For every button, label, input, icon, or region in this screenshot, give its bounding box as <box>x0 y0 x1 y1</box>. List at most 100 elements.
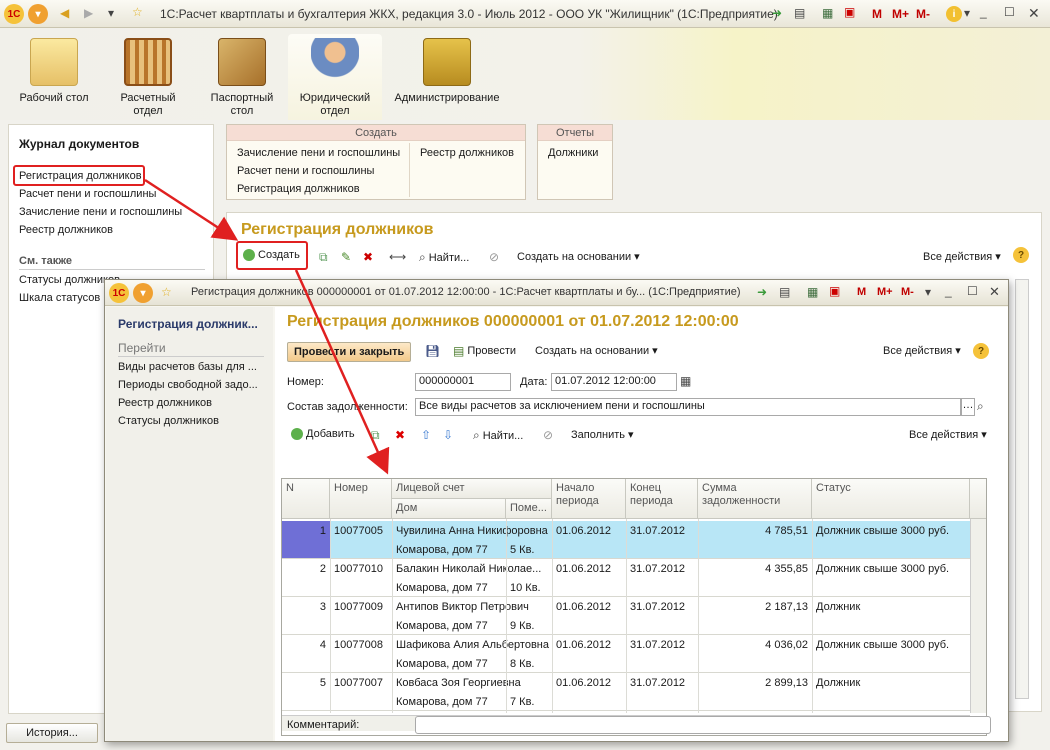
journal-find-button[interactable]: ⌕ Найти... <box>419 250 469 265</box>
cell-house: Комарова, дом 77 <box>396 544 488 556</box>
help-icon[interactable]: ? <box>1013 247 1029 263</box>
search-icon[interactable]: ⌕ <box>977 399 984 414</box>
maximize-icon[interactable]: ☐ <box>967 284 978 298</box>
maximize-icon[interactable]: ☐ <box>1004 5 1015 19</box>
delete-icon[interactable]: ✖ <box>395 428 405 442</box>
table-all-actions-button[interactable]: Все действия ▾ <box>909 428 987 442</box>
comment-field[interactable] <box>415 716 991 734</box>
link-penalty-calc[interactable]: Расчет пени и госпошлины <box>19 188 156 200</box>
section-passport[interactable]: Паспортный стол <box>200 34 284 118</box>
memory-mminus-button[interactable]: M- <box>916 7 930 21</box>
col-header-house[interactable]: Дом <box>392 499 506 519</box>
create-link-penalty-credit[interactable]: Зачисление пени и госпошлины <box>237 147 400 159</box>
create-link-penalty-calc[interactable]: Расчет пени и госпошлины <box>237 165 374 177</box>
favorites-star-icon[interactable]: ☆ <box>161 285 172 299</box>
post-and-close-button[interactable]: Провести и закрыть <box>287 342 412 362</box>
create-box-header: Создать <box>227 125 525 141</box>
section-admin[interactable]: Администрирование <box>392 34 502 105</box>
go-arrow-icon[interactable]: ➜ <box>772 6 782 20</box>
cancel-search-icon[interactable]: ⊘ <box>489 250 499 264</box>
cancel-search-icon[interactable]: ⊘ <box>543 428 553 442</box>
calculator-icon[interactable]: ▦ <box>807 285 818 299</box>
post-button[interactable]: ▤ Провести <box>453 344 516 358</box>
link-debtor-register[interactable]: Реестр должников <box>19 224 113 236</box>
print-icon[interactable]: ▤ <box>779 285 790 299</box>
forward-arrow-icon[interactable]: ▶ <box>84 6 93 20</box>
memory-mminus-button[interactable]: M- <box>901 286 914 298</box>
date-field[interactable]: 01.07.2012 12:00:00 <box>551 373 677 391</box>
link-penalty-credit[interactable]: Зачисление пени и госпошлины <box>19 206 182 218</box>
add-row-button[interactable]: Добавить <box>291 428 355 440</box>
calendar-icon[interactable]: ▣ <box>829 284 840 298</box>
cell-n: 2 <box>319 563 326 575</box>
move-up-icon[interactable]: ⇧ <box>421 428 431 442</box>
nav-link-debtor-register[interactable]: Реестр должников <box>118 397 212 409</box>
all-actions-button[interactable]: Все действия ▾ <box>883 344 961 358</box>
info-dropdown-icon[interactable]: ▾ <box>964 6 970 20</box>
print-icon[interactable]: ▤ <box>794 6 805 20</box>
section-legal[interactable]: Юридический отдел <box>288 34 382 120</box>
col-header-status[interactable]: Статус <box>812 479 970 519</box>
select-ellipsis-button[interactable]: … <box>961 398 975 416</box>
go-arrow-icon[interactable]: ➜ <box>757 285 767 299</box>
journal-create-based-button[interactable]: Создать на основании ▾ <box>517 250 640 264</box>
link-status-scale[interactable]: Шкала статусов <box>19 292 100 304</box>
memory-mplus-button[interactable]: M+ <box>877 286 893 298</box>
link-arrows-icon[interactable]: ⟷ <box>389 250 406 264</box>
save-icon[interactable]: 💾︎ <box>425 344 440 358</box>
help-icon[interactable]: ? <box>973 343 989 359</box>
number-field[interactable]: 000000001 <box>415 373 511 391</box>
nav-link-free-periods[interactable]: Периоды свободной задо... <box>118 379 258 391</box>
col-header-n[interactable]: N <box>282 479 330 519</box>
favorites-star-icon[interactable]: ☆ <box>132 5 143 19</box>
section-desktop[interactable]: Рабочий стол <box>12 34 96 105</box>
debt-composition-field[interactable]: Все виды расчетов за исключением пени и … <box>415 398 961 416</box>
memory-m-button[interactable]: M <box>872 7 882 21</box>
history-dropdown-icon[interactable]: ▾ <box>108 6 114 20</box>
memory-m-button[interactable]: M <box>857 286 866 298</box>
copy-icon[interactable]: ⧉ <box>371 428 380 443</box>
back-arrow-icon[interactable]: ◀ <box>60 6 69 20</box>
app-logo-icon[interactable]: 1С <box>4 4 24 24</box>
info-icon[interactable]: i <box>946 6 962 22</box>
copy-icon[interactable]: ⧉ <box>319 250 328 265</box>
col-header-sum[interactable]: Сумма задолженности <box>698 479 812 519</box>
report-link-debtors[interactable]: Должники <box>548 147 598 159</box>
col-header-apt[interactable]: Поме... <box>506 499 552 519</box>
nav-link-debtor-statuses[interactable]: Статусы должников <box>118 415 219 427</box>
section-accounting[interactable]: Расчетный отдел <box>106 34 190 118</box>
section-label: Расчетный отдел <box>120 92 176 117</box>
document-nav-title[interactable]: Регистрация должник... <box>118 317 258 331</box>
col-header-end[interactable]: Конец периода <box>626 479 698 519</box>
close-icon[interactable]: ✕ <box>989 284 1000 300</box>
dropdown-icon[interactable]: ▾ <box>925 285 931 299</box>
move-down-icon[interactable]: ⇩ <box>443 428 453 442</box>
minimize-icon[interactable]: _ <box>945 284 952 298</box>
memory-mplus-button[interactable]: M+ <box>892 7 909 21</box>
col-header-account[interactable]: Лицевой счет <box>392 479 552 499</box>
calendar-icon[interactable]: ▣ <box>844 5 855 19</box>
cell-apt: 5 Кв. <box>510 544 535 556</box>
edit-pencil-icon[interactable]: ✎ <box>341 250 351 264</box>
table-vertical-scrollbar[interactable] <box>970 519 986 713</box>
minimize-icon[interactable]: _ <box>980 5 987 19</box>
table-find-button[interactable]: ⌕ Найти... <box>473 428 523 443</box>
app-logo-icon[interactable]: 1С <box>109 283 129 303</box>
journal-all-actions-button[interactable]: Все действия ▾ <box>923 250 1001 264</box>
create-based-button[interactable]: Создать на основании ▾ <box>535 344 658 358</box>
history-button[interactable]: История... <box>6 723 98 743</box>
nav-link-calc-types[interactable]: Виды расчетов базы для ... <box>118 361 257 373</box>
close-icon[interactable]: ✕ <box>1028 5 1040 22</box>
menu-dropdown-icon[interactable]: ▾ <box>133 283 153 303</box>
calendar-picker-icon[interactable]: ▦ <box>680 374 691 388</box>
create-link-debtor-registration[interactable]: Регистрация должников <box>237 183 360 195</box>
journal-scrollbar[interactable] <box>1015 279 1029 699</box>
fill-button[interactable]: Заполнить ▾ <box>571 428 634 442</box>
col-header-number[interactable]: Номер <box>330 479 392 519</box>
menu-dropdown-icon[interactable]: ▾ <box>28 4 48 24</box>
col-header-start[interactable]: Начало периода <box>552 479 626 519</box>
create-link-debtor-register[interactable]: Реестр должников <box>420 147 514 159</box>
delete-icon[interactable]: ✖ <box>363 250 373 264</box>
calculator-icon[interactable]: ▦ <box>822 6 833 20</box>
cell-number: 10077010 <box>334 563 383 575</box>
